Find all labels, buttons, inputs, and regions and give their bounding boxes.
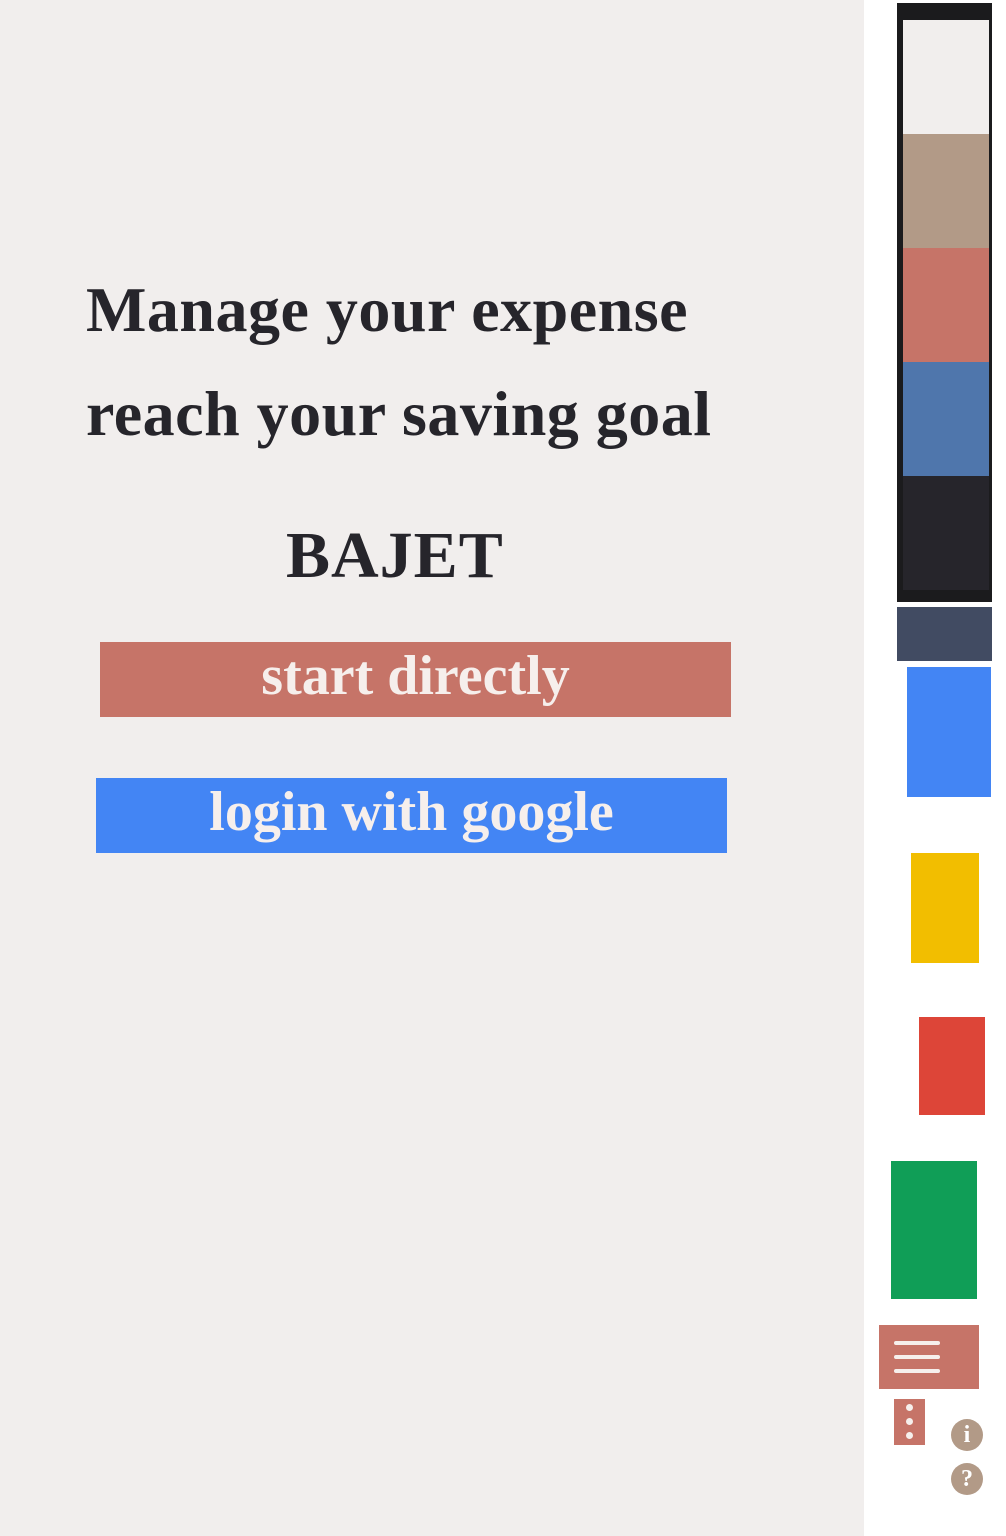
- palette-swatch[interactable]: [903, 248, 989, 362]
- login-with-google-button[interactable]: login with google: [96, 778, 727, 853]
- dot: [906, 1404, 913, 1411]
- info-icon[interactable]: i: [951, 1419, 983, 1451]
- color-chip-yellow[interactable]: [911, 853, 979, 963]
- hamburger-menu-icon[interactable]: [879, 1325, 979, 1389]
- color-chip-red[interactable]: [919, 1017, 985, 1115]
- headline: Manage your expense reach your saving go…: [86, 258, 806, 466]
- headline-line-1: Manage your expense: [86, 274, 689, 345]
- main-panel: Manage your expense reach your saving go…: [0, 0, 864, 1536]
- dot: [906, 1418, 913, 1425]
- palette-swatch[interactable]: [903, 476, 989, 590]
- start-directly-label: start directly: [261, 644, 570, 707]
- headline-line-2: reach your saving goal: [86, 378, 712, 449]
- dot: [906, 1432, 913, 1439]
- start-directly-button[interactable]: start directly: [100, 642, 731, 717]
- palette-swatch[interactable]: [903, 134, 989, 248]
- menu-bar: [894, 1341, 940, 1345]
- color-chip-green[interactable]: [891, 1161, 977, 1299]
- vertical-dots-icon[interactable]: [894, 1399, 925, 1445]
- menu-bar: [894, 1369, 940, 1373]
- palette-swatch[interactable]: [903, 20, 989, 134]
- color-chip-blue[interactable]: [907, 667, 991, 797]
- brand-title: BAJET: [286, 519, 504, 592]
- login-with-google-label: login with google: [209, 780, 614, 843]
- help-icon[interactable]: ?: [951, 1463, 983, 1495]
- color-chip-slate[interactable]: [897, 607, 992, 661]
- menu-bar: [894, 1355, 940, 1359]
- palette-swatch[interactable]: [903, 362, 989, 476]
